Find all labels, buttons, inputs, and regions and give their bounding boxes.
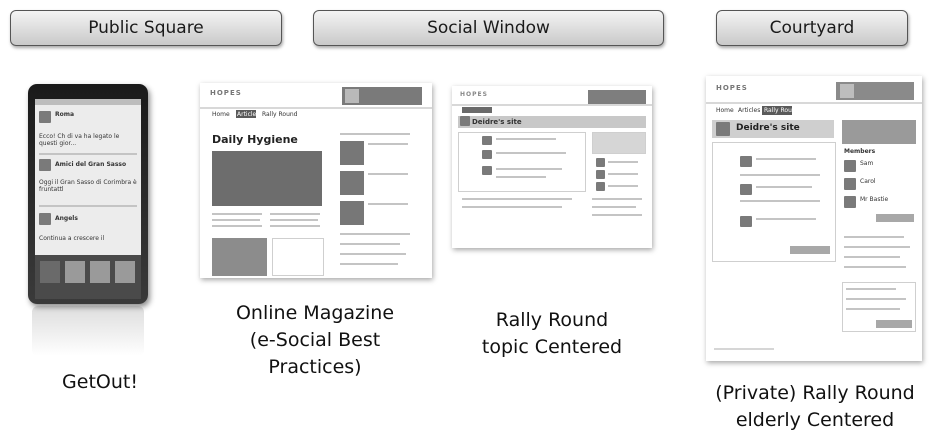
post-author: Angels xyxy=(55,215,78,222)
tab-articles: Articles xyxy=(237,111,260,118)
post-text: Oggi il Gran Sasso di Corimbra è fruntat… xyxy=(39,179,137,193)
post-text: Ecco! Ch di va ha legato le questi gior.… xyxy=(39,133,120,147)
hopes-logo: HOPES xyxy=(460,91,488,98)
rally-round-topic-caption: Rally Round topic Centered xyxy=(481,309,623,358)
public-square-tier: Public Square xyxy=(10,10,282,46)
post-author: Amici del Gran Sasso xyxy=(55,161,127,168)
member-name: Carol xyxy=(860,178,876,185)
tab-rally-round: Rally Round xyxy=(764,107,800,114)
phone-reflection xyxy=(32,306,144,356)
getout-phone-screenshot: Roma Ecco! Ch di va ha legato le questi … xyxy=(28,84,148,304)
courtyard-tier: Courtyard xyxy=(716,10,908,46)
phone-screen: Roma Ecco! Ch di va ha legato le questi … xyxy=(35,99,141,299)
courtyard-label: Courtyard xyxy=(769,18,855,38)
members-heading: Members xyxy=(844,148,876,155)
post-author: Roma xyxy=(55,111,75,118)
private-rally-round-screenshot: HOPES Home Articles Rally Round Deidre's… xyxy=(706,76,922,361)
tab-articles: Articles xyxy=(738,107,761,114)
article-title: Daily Hygiene xyxy=(212,133,298,146)
tab-home: Home xyxy=(212,111,230,118)
getout-caption: GetOut! xyxy=(62,371,138,393)
online-magazine-screenshot: HOPES Home Articles Rally Round Daily Hy… xyxy=(200,83,432,278)
social-window-label: Social Window xyxy=(427,18,550,38)
tab-rally-round: Rally Round xyxy=(262,111,298,118)
public-square-label: Public Square xyxy=(88,18,204,38)
member-name: Sam xyxy=(860,160,874,167)
social-window-tier: Social Window xyxy=(313,10,664,46)
member-name: Mr Bastie xyxy=(860,196,889,203)
tab-home: Home xyxy=(716,107,734,114)
rally-round-topic-screenshot: HOPES Deidre's site xyxy=(452,86,652,248)
hopes-logo: HOPES xyxy=(716,84,748,92)
site-title: Deidre's site xyxy=(472,118,522,126)
site-title: Deidre's site xyxy=(736,123,800,133)
post-text: Continua a crescere il xyxy=(39,235,105,242)
online-magazine-caption: Online Magazine (e-Social Best Practices… xyxy=(235,302,395,378)
hopes-logo: HOPES xyxy=(210,89,242,97)
rally-round-elderly-caption: (Private) Rally Round elderly Centered xyxy=(715,382,915,431)
